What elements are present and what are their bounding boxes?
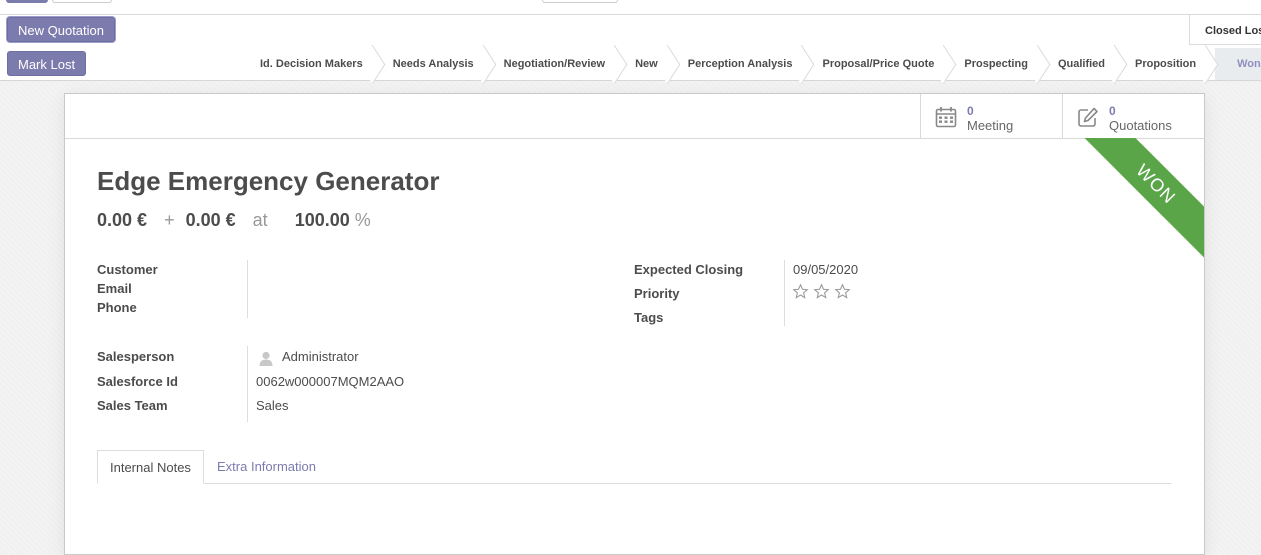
status-bar: New Quotation Mark Lost Closed Lost Id. … bbox=[0, 15, 1261, 81]
stage-label: New bbox=[635, 58, 658, 70]
percent-sign: % bbox=[354, 210, 371, 230]
stage-label: Proposal/Price Quote bbox=[822, 58, 935, 70]
quotations-count: 0 bbox=[1109, 104, 1116, 118]
salesperson-value[interactable]: Administrator bbox=[282, 349, 359, 364]
field-separator bbox=[247, 260, 248, 318]
salesforce-id-value[interactable]: 0062w000007MQM2AAO bbox=[256, 374, 404, 389]
expected-closing-label: Expected Closing bbox=[634, 262, 744, 277]
sales-team-label: Sales Team bbox=[97, 398, 168, 413]
sales-team-value[interactable]: Sales bbox=[256, 398, 289, 413]
priority-label: Priority bbox=[634, 286, 680, 301]
email-label: Email bbox=[97, 281, 132, 296]
expected-revenue[interactable]: 0.00 € bbox=[97, 210, 147, 230]
button-box: 0 Meeting 0 Quotations bbox=[65, 94, 1204, 139]
field-separator bbox=[247, 346, 248, 422]
stage-closed-lost[interactable]: Closed Lost bbox=[1189, 15, 1261, 45]
tab-extra-information[interactable]: Extra Information bbox=[205, 450, 328, 483]
meeting-smart-button[interactable]: 0 Meeting bbox=[920, 94, 1062, 138]
star-icon[interactable] bbox=[792, 283, 809, 300]
create-button[interactable] bbox=[52, 0, 112, 3]
priority-widget[interactable] bbox=[792, 283, 851, 300]
mark-lost-button[interactable]: Mark Lost bbox=[7, 51, 87, 76]
star-icon[interactable] bbox=[813, 283, 830, 300]
star-icon[interactable] bbox=[834, 283, 851, 300]
meeting-label: Meeting bbox=[967, 118, 1014, 133]
stage-pipeline: Id. Decision Makers Needs Analysis Negot… bbox=[245, 48, 1261, 80]
won-ribbon-label: WON bbox=[1072, 138, 1204, 268]
calendar-icon bbox=[935, 107, 957, 128]
avatar-icon bbox=[259, 351, 273, 366]
prorated-revenue[interactable]: 0.00 € bbox=[186, 210, 236, 230]
edit-icon bbox=[1078, 107, 1098, 127]
control-panel-top bbox=[0, 0, 1261, 15]
stage-label: Proposition bbox=[1135, 58, 1197, 70]
notebook-tabs: Internal Notes Extra Information bbox=[97, 450, 1171, 484]
action-menu-button[interactable] bbox=[542, 0, 618, 3]
meeting-count: 0 bbox=[967, 104, 974, 118]
stage-negotiation-review[interactable]: Negotiation/Review bbox=[489, 48, 620, 80]
stage-id-decision-makers[interactable]: Id. Decision Makers bbox=[245, 48, 378, 80]
stage-label: Perception Analysis bbox=[687, 58, 793, 70]
tab-internal-notes[interactable]: Internal Notes bbox=[97, 450, 204, 484]
edit-button[interactable] bbox=[6, 0, 48, 3]
field-separator bbox=[784, 260, 785, 326]
quotations-label: Quotations bbox=[1109, 118, 1172, 133]
customer-label: Customer bbox=[97, 262, 158, 277]
stage-perception-analysis[interactable]: Perception Analysis bbox=[673, 48, 808, 80]
expected-closing-value[interactable]: 09/05/2020 bbox=[793, 262, 858, 277]
stage-prospecting[interactable]: Prospecting bbox=[949, 48, 1043, 80]
revenue-summary: 0.00 € + 0.00 € at 100.00 % bbox=[97, 210, 371, 231]
stage-needs-analysis[interactable]: Needs Analysis bbox=[378, 48, 489, 80]
at-label: at bbox=[252, 210, 268, 230]
stage-qualified[interactable]: Qualified bbox=[1043, 48, 1120, 80]
stage-new[interactable]: New bbox=[620, 48, 673, 80]
salesforce-id-label: Salesforce Id bbox=[97, 374, 178, 389]
stage-label: Id. Decision Makers bbox=[260, 58, 363, 70]
won-ribbon: WON bbox=[1064, 138, 1204, 278]
probability-value[interactable]: 100.00 bbox=[295, 210, 350, 230]
stage-label: Qualified bbox=[1057, 58, 1105, 70]
stage-label: Needs Analysis bbox=[392, 58, 474, 70]
salesperson-label: Salesperson bbox=[97, 349, 175, 364]
quotations-smart-button[interactable]: 0 Quotations bbox=[1062, 94, 1204, 138]
tags-label: Tags bbox=[634, 310, 664, 325]
form-sheet: 0 Meeting 0 Quotations WON Edge Emergenc… bbox=[64, 93, 1205, 555]
stage-label: Negotiation/Review bbox=[503, 58, 606, 70]
phone-label: Phone bbox=[97, 300, 137, 315]
stage-proposition[interactable]: Proposition bbox=[1120, 48, 1211, 80]
stage-label: Prospecting bbox=[964, 58, 1028, 70]
opportunity-title[interactable]: Edge Emergency Generator bbox=[97, 166, 439, 197]
plus-sign: + bbox=[164, 210, 175, 230]
new-quotation-button[interactable]: New Quotation bbox=[7, 17, 115, 42]
stage-proposal-price-quote[interactable]: Proposal/Price Quote bbox=[807, 48, 949, 80]
stage-won-current[interactable]: Won bbox=[1215, 48, 1261, 80]
